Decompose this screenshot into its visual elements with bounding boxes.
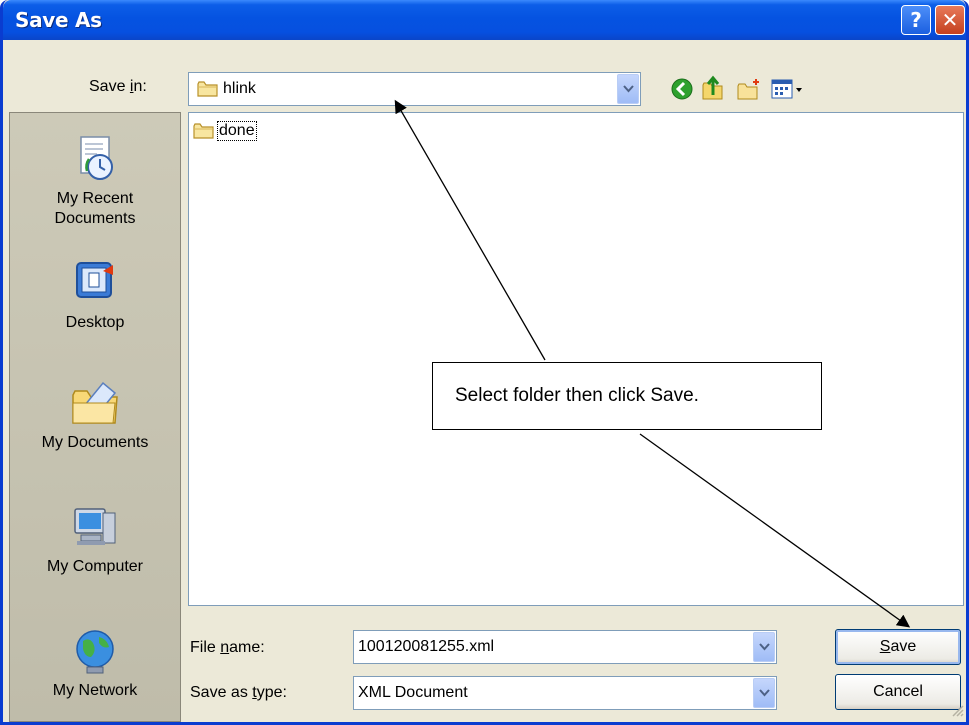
file-item-name: done — [217, 121, 257, 141]
chevron-down-icon[interactable] — [753, 632, 775, 662]
place-my-documents[interactable]: My Documents — [10, 375, 180, 453]
chevron-down-icon[interactable] — [617, 74, 639, 104]
save-in-label-text: Save — [89, 78, 130, 95]
places-bar: My Recent Documents Desktop My Documents… — [9, 112, 181, 722]
save-as-type-label-text: Save as — [190, 684, 253, 701]
place-label: Desktop — [65, 314, 125, 331]
my-documents-icon — [67, 375, 123, 431]
place-desktop[interactable]: Desktop — [10, 255, 180, 333]
place-my-computer[interactable]: My Computer — [10, 499, 180, 577]
my-network-icon — [67, 623, 123, 679]
file-name-value: 100120081255.xml — [358, 638, 495, 655]
my-computer-icon — [67, 499, 123, 555]
back-icon[interactable] — [670, 77, 694, 106]
folder-icon — [197, 80, 219, 98]
file-list[interactable]: done — [188, 112, 964, 606]
up-folder-icon[interactable] — [700, 75, 726, 108]
save-button[interactable]: Save — [835, 629, 961, 665]
save-as-type-label: Save as type: — [190, 684, 287, 702]
list-item[interactable]: done — [193, 121, 257, 141]
file-name-input[interactable]: 100120081255.xml — [353, 630, 777, 664]
place-my-recent-documents[interactable]: My Recent Documents — [10, 131, 180, 229]
save-button-label: ave — [890, 638, 917, 655]
place-label: My Network — [52, 682, 138, 699]
title-bar[interactable]: Save As ? ✕ — [3, 0, 966, 40]
views-menu-icon[interactable] — [771, 78, 807, 105]
save-as-type-label-text-end: ype: — [256, 684, 287, 701]
file-name-label-text: File — [190, 639, 221, 656]
save-as-type-value: XML Document — [358, 684, 468, 701]
annotation-text: Select folder then click Save. — [455, 385, 699, 406]
cancel-button[interactable]: Cancel — [835, 674, 961, 710]
save-button-accesskey: S — [879, 638, 891, 655]
help-button[interactable]: ? — [901, 5, 931, 35]
file-name-label: File name: — [190, 639, 265, 657]
recent-documents-icon — [67, 131, 123, 187]
file-name-label-accesskey: n — [220, 639, 230, 656]
file-name-label-text-end: ame: — [229, 639, 265, 656]
close-button[interactable]: ✕ — [935, 5, 965, 35]
place-label: My Computer — [46, 558, 144, 575]
save-as-type-dropdown[interactable]: XML Document — [353, 676, 777, 710]
save-in-value: hlink — [223, 80, 256, 97]
folder-icon — [193, 122, 215, 140]
place-my-network[interactable]: My Network — [10, 623, 180, 701]
annotation-callout: Select folder then click Save. — [432, 362, 822, 430]
new-folder-icon[interactable] — [736, 77, 762, 108]
resize-grip-icon[interactable] — [949, 702, 965, 722]
save-in-label-text-end: n: — [133, 78, 147, 95]
place-label: My Recent Documents — [54, 190, 136, 227]
chevron-down-icon[interactable] — [753, 678, 775, 708]
save-in-label: Save in: — [89, 78, 147, 96]
place-label: My Documents — [41, 434, 149, 451]
save-in-dropdown[interactable]: hlink — [188, 72, 641, 106]
window-title: Save As — [15, 8, 102, 32]
desktop-icon — [67, 255, 123, 311]
